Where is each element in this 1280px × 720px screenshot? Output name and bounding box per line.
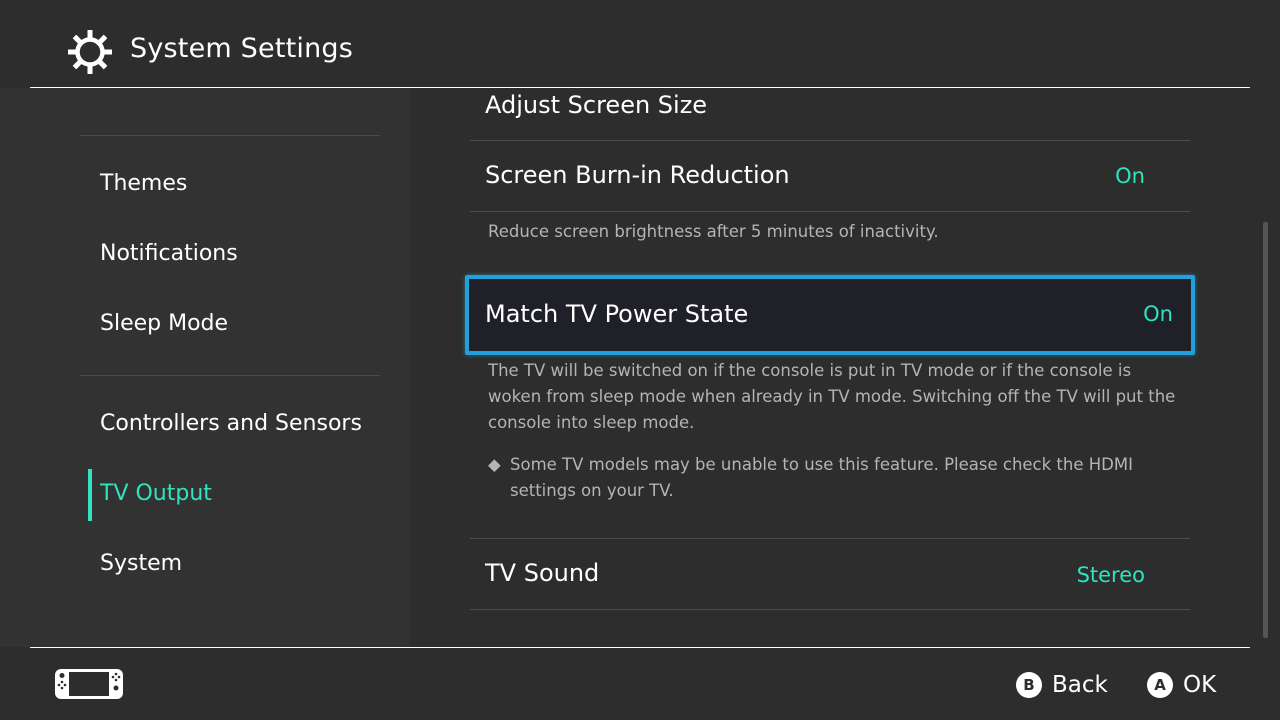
setting-row-tv-sound[interactable]: TV Sound Stereo <box>470 539 1190 609</box>
setting-note: ◆ Some TV models may be unable to use th… <box>488 452 1188 504</box>
setting-value: On <box>1143 302 1173 326</box>
page-title: System Settings <box>130 33 354 64</box>
scrollbar[interactable] <box>1263 222 1268 638</box>
console-handheld-icon <box>55 669 123 699</box>
setting-description: Reduce screen brightness after 5 minutes… <box>488 222 939 241</box>
setting-note-text: Some TV models may be unable to use this… <box>510 455 1133 500</box>
sidebar-item-system[interactable]: System <box>100 551 182 576</box>
sidebar-item-notifications[interactable]: Notifications <box>100 241 238 266</box>
b-button-icon: B <box>1016 672 1042 698</box>
active-indicator <box>88 469 92 521</box>
header: System Settings <box>0 0 1280 88</box>
gear-icon <box>68 30 112 74</box>
setting-description: The TV will be switched on if the consol… <box>488 361 1176 432</box>
setting-row-screen-burn-in-reduction[interactable]: Screen Burn-in Reduction On <box>470 141 1190 211</box>
row-divider <box>470 609 1190 610</box>
sidebar-item-sleep-mode[interactable]: Sleep Mode <box>100 311 228 336</box>
setting-row-match-tv-power-state[interactable]: Match TV Power State On <box>465 275 1195 355</box>
diamond-bullet-icon: ◆ <box>488 455 501 474</box>
setting-label: Adjust Screen Size <box>485 91 708 119</box>
setting-label: Screen Burn-in Reduction <box>485 161 790 189</box>
sidebar-item-amiibo[interactable]: amiibo <box>100 88 175 93</box>
sidebar-item-themes[interactable]: Themes <box>100 171 187 196</box>
header-divider <box>30 87 1250 88</box>
sidebar-divider <box>80 375 380 376</box>
setting-value: On <box>1115 164 1145 188</box>
sidebar-item-tv-output[interactable]: TV Output <box>100 481 212 506</box>
row-divider <box>470 211 1190 212</box>
back-button[interactable]: B Back <box>1016 670 1108 700</box>
sidebar: amiibo Themes Notifications Sleep Mode C… <box>0 88 410 647</box>
back-label: Back <box>1052 672 1108 698</box>
ok-label: OK <box>1183 672 1217 698</box>
footer-divider <box>30 647 1250 648</box>
sidebar-item-controllers-and-sensors[interactable]: Controllers and Sensors <box>100 411 362 436</box>
settings-list: Adjust Screen Size Screen Burn-in Reduct… <box>410 88 1280 647</box>
a-button-icon: A <box>1147 672 1173 698</box>
sidebar-divider <box>80 135 380 136</box>
setting-label: TV Sound <box>485 559 600 587</box>
setting-value: Stereo <box>1076 563 1145 587</box>
ok-button[interactable]: A OK <box>1147 670 1216 700</box>
setting-label: Match TV Power State <box>485 300 749 328</box>
setting-row-adjust-screen-size[interactable]: Adjust Screen Size <box>470 88 1190 140</box>
